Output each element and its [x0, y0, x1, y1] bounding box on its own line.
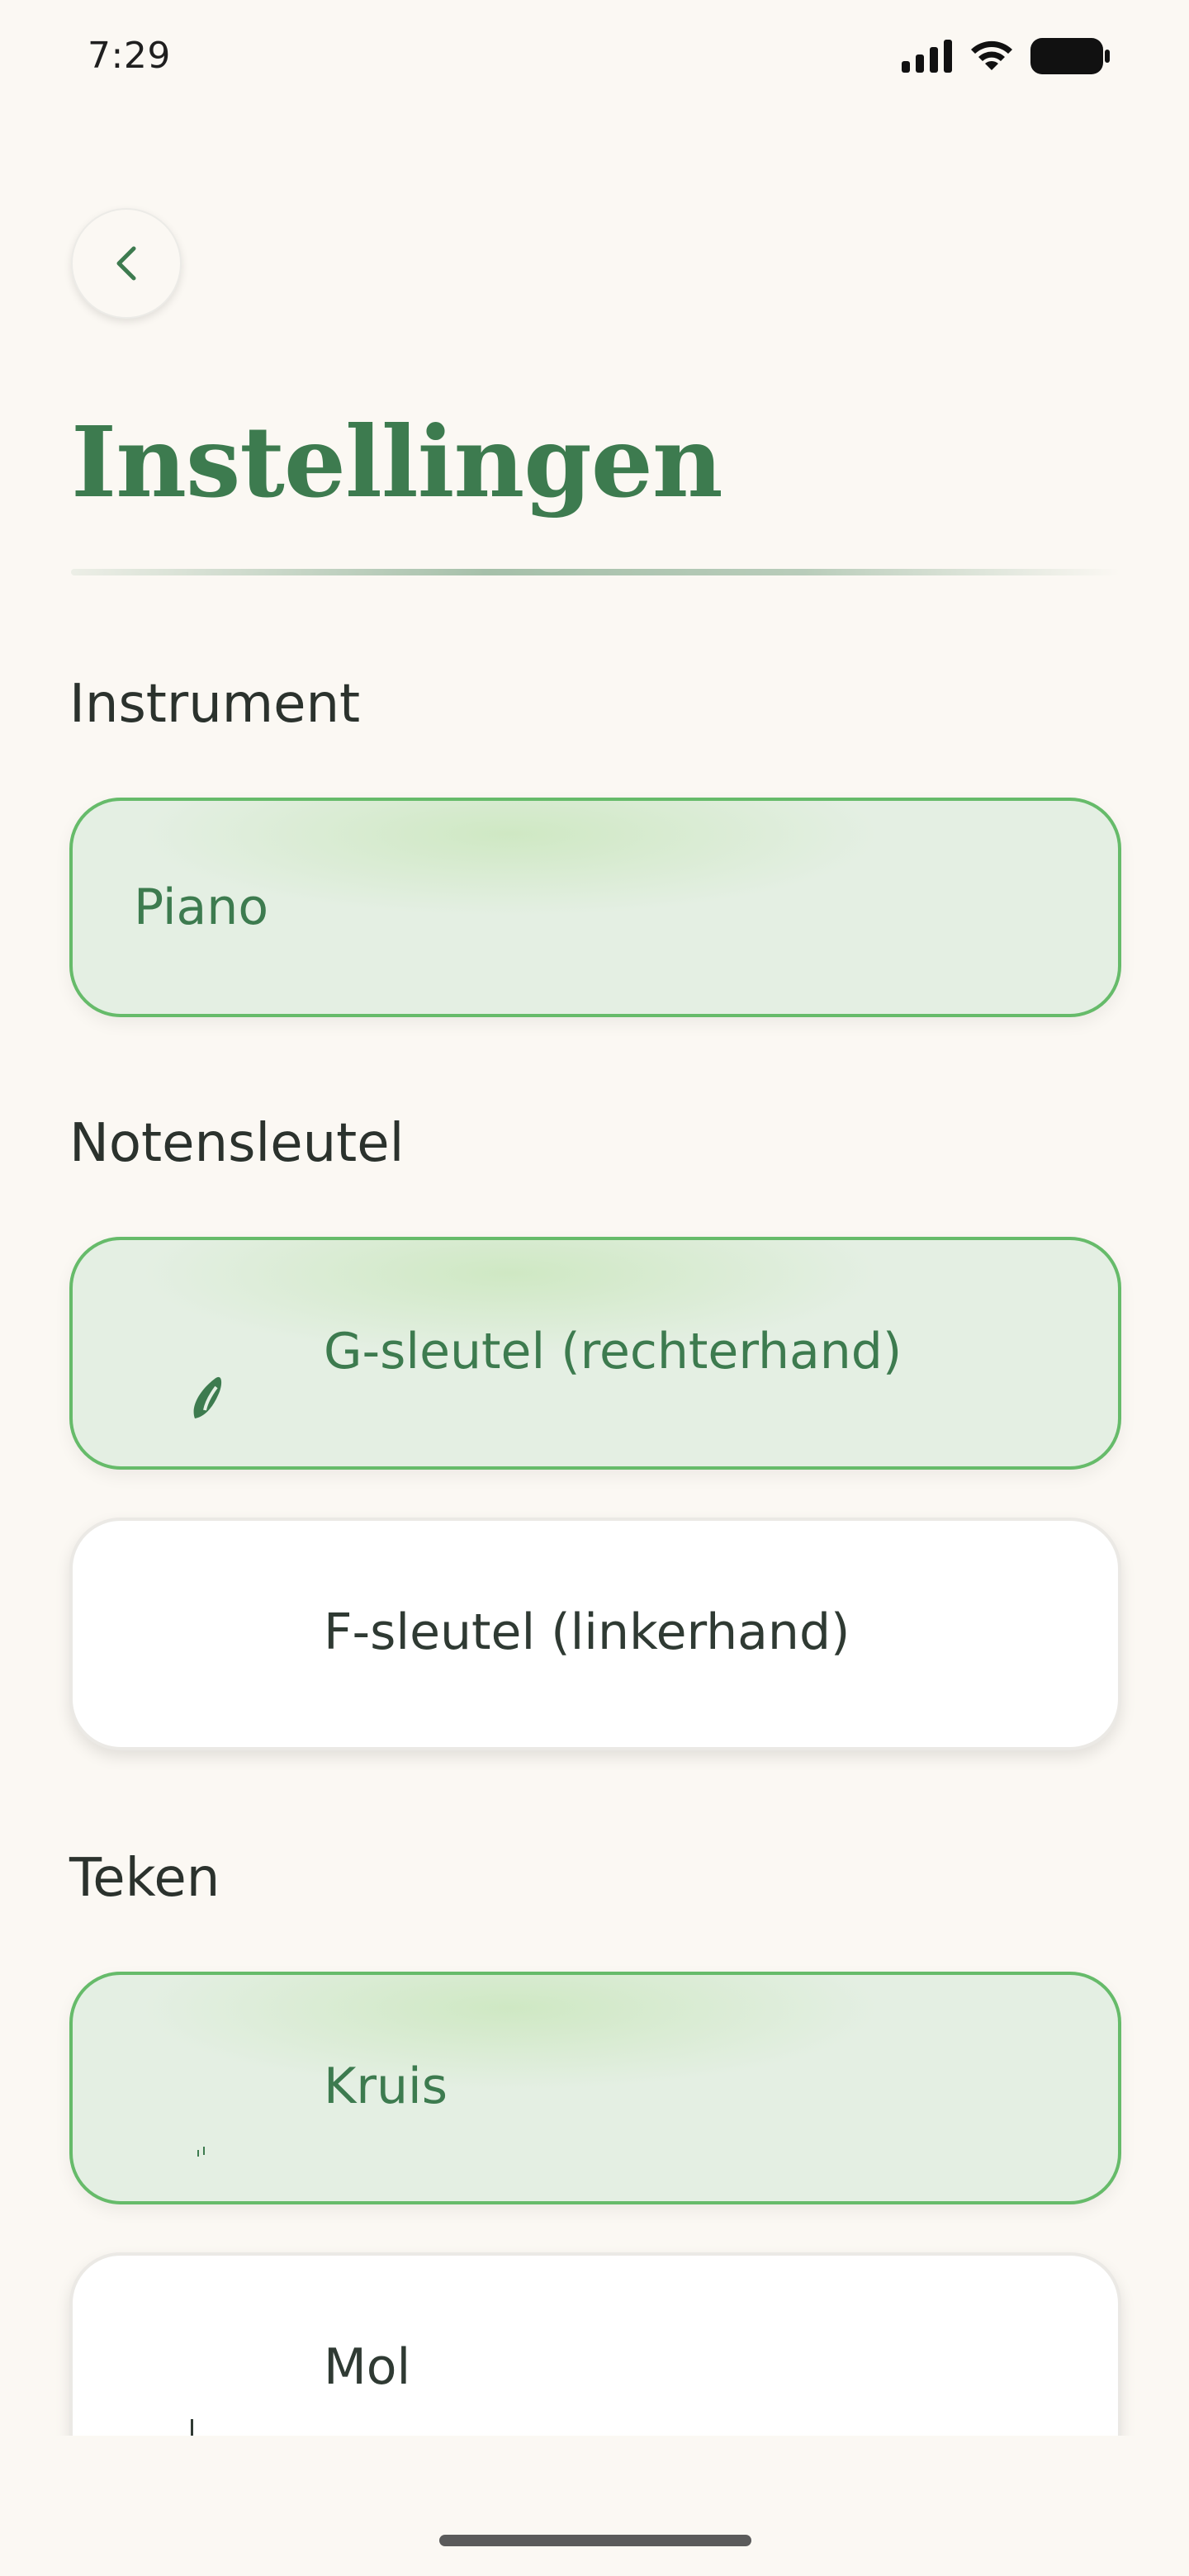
option-bass-clef[interactable]: F-sleutel (linkerhand) — [69, 1518, 1121, 1750]
wifi-icon — [971, 40, 1012, 70]
option-label: Mol — [324, 2338, 411, 2396]
section-label-clef: Notensleutel — [69, 1113, 405, 1174]
status-time: 7:29 — [88, 35, 171, 77]
option-treble-clef[interactable]: G-sleutel (rechterhand) — [69, 1237, 1121, 1470]
settings-screen: 7:29 Instellingen Instrument Piano Noten… — [0, 0, 1189, 2576]
home-indicator[interactable] — [439, 2535, 751, 2546]
page-title: Instellingen — [71, 405, 723, 519]
bass-clef-icon — [187, 1645, 220, 1678]
option-piano[interactable]: Piano — [69, 798, 1121, 1017]
option-label: G-sleutel (rechterhand) — [324, 1323, 902, 1380]
treble-clef-icon — [193, 1376, 222, 1418]
section-label-instrument: Instrument — [69, 674, 361, 735]
sharp-icon — [197, 2147, 205, 2157]
section-label-accidental: Teken — [69, 1848, 220, 1909]
status-icons — [902, 38, 1110, 74]
title-divider — [71, 569, 1120, 575]
cellular-signal-icon — [902, 40, 952, 73]
battery-icon — [1030, 38, 1110, 74]
option-label: F-sleutel (linkerhand) — [324, 1603, 850, 1661]
option-label: Piano — [134, 878, 269, 936]
option-sharp[interactable]: Kruis — [69, 1972, 1121, 2204]
option-label: Kruis — [324, 2057, 448, 2115]
back-button[interactable] — [71, 208, 182, 319]
bottom-safe-area — [0, 2436, 1189, 2576]
chevron-left-icon — [116, 246, 136, 281]
